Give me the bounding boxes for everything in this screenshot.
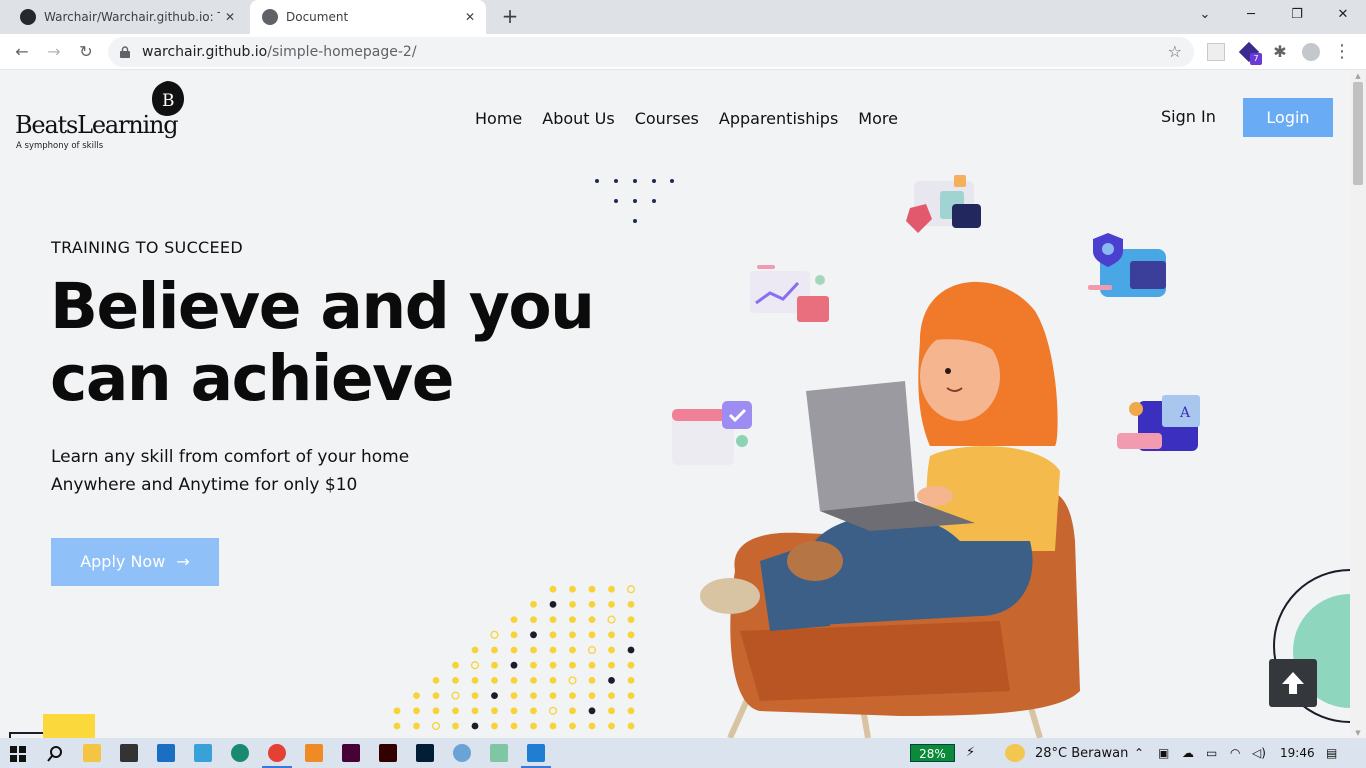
volume-icon[interactable]: ◁)	[1252, 746, 1266, 760]
kebab-menu-icon[interactable]: ⋮	[1330, 40, 1354, 64]
address-bar[interactable]: warchair.github.io/simple-homepage-2/ ☆	[108, 37, 1194, 67]
hero-subtitle-line-1: Learn any skill from comfort of your hom…	[51, 447, 410, 467]
apply-now-button[interactable]: Apply Now →	[51, 538, 219, 586]
browser-toolbar: ← → ↻ warchair.github.io/simple-homepage…	[0, 34, 1366, 70]
scroll-to-top-button[interactable]	[1269, 659, 1317, 707]
file-explorer-icon[interactable]	[83, 744, 101, 762]
chevron-up-icon[interactable]: ⌃	[1134, 746, 1144, 760]
page-scrollbar[interactable]: ▲ ▼	[1350, 71, 1366, 738]
tab-search-icon[interactable]: ⌄	[1182, 0, 1228, 30]
lync-icon[interactable]	[194, 744, 212, 762]
chrome-icon[interactable]	[268, 744, 286, 762]
clock-text[interactable]: 19:46	[1280, 746, 1315, 760]
url-path: /simple-homepage-2/	[267, 44, 417, 60]
github-icon	[20, 9, 36, 25]
extension-count-badge: 7	[1250, 53, 1262, 65]
nav-courses[interactable]: Courses	[635, 109, 699, 128]
power-plug-icon: ⚡	[966, 745, 976, 760]
url-host: warchair.github.io	[142, 44, 268, 60]
nav-home[interactable]: Home	[475, 109, 522, 128]
forward-arrow-icon[interactable]: →	[42, 40, 66, 64]
minimize-button[interactable]: ─	[1228, 0, 1274, 30]
windows-start-icon[interactable]	[10, 746, 26, 762]
lock-icon	[120, 46, 130, 58]
hero-subtitle-line-2: Anywhere and Anytime for only $10	[51, 475, 358, 495]
illustrator-icon[interactable]	[379, 744, 397, 762]
edge-icon[interactable]	[231, 744, 249, 762]
close-tab-icon[interactable]: ✕	[220, 10, 240, 24]
apply-now-label: Apply Now	[80, 552, 166, 571]
floating-chart-card	[750, 265, 829, 322]
hero-headline: Believe and you can achieve	[50, 271, 690, 415]
decorative-yellow-square	[43, 714, 95, 738]
new-tab-button[interactable]: +	[498, 5, 522, 29]
photoshop-icon[interactable]	[416, 744, 434, 762]
restore-button[interactable]: ❐	[1274, 0, 1320, 30]
login-button[interactable]: Login	[1243, 98, 1333, 137]
adobe-xd-icon[interactable]	[342, 744, 360, 762]
meet-now-icon[interactable]: ▣	[1158, 746, 1169, 760]
vscode-icon[interactable]	[527, 744, 545, 762]
sourcetree-icon[interactable]	[490, 744, 508, 762]
store-icon[interactable]	[120, 744, 138, 762]
tab-title: Document	[286, 10, 349, 24]
browser-tabstrip: Warchair/Warchair.github.io: This ✕ Docu…	[0, 0, 1366, 34]
svg-text:A: A	[1179, 405, 1191, 421]
scrollbar-thumb[interactable]	[1353, 82, 1363, 185]
arrow-right-icon: →	[176, 552, 190, 571]
extension-icon[interactable]	[1207, 43, 1225, 61]
arrow-up-icon	[1282, 672, 1304, 694]
battery-indicator[interactable]: 28%	[910, 744, 955, 762]
battery-tray-icon[interactable]: ▭	[1206, 746, 1217, 760]
scroll-up-arrow-icon[interactable]: ▲	[1350, 71, 1366, 81]
close-window-button[interactable]: ✕	[1320, 0, 1366, 30]
hero-eyebrow: TRAINING TO SUCCEED	[51, 238, 243, 257]
web-page: A B BeatsLearning A symphony of skills H…	[0, 71, 1350, 738]
svg-text:B: B	[162, 91, 175, 111]
weather-icon[interactable]	[1005, 744, 1025, 762]
wifi-icon[interactable]: ◠	[1230, 746, 1240, 760]
floating-card-top	[906, 175, 981, 233]
nav-apprenticeships[interactable]: Apparentiships	[719, 109, 838, 128]
hero-headline-line-1: Believe and you	[50, 270, 595, 343]
cloud-app-icon[interactable]	[453, 744, 471, 762]
puzzle-extensions-icon[interactable]: ✱	[1268, 40, 1292, 64]
globe-icon	[262, 9, 278, 25]
onedrive-icon[interactable]: ☁	[1182, 746, 1194, 760]
tab-document[interactable]: Document ✕	[250, 0, 486, 34]
site-logo[interactable]: B BeatsLearning A symphony of skills	[15, 81, 190, 151]
person-on-chair-illustration	[700, 281, 1080, 738]
back-arrow-icon[interactable]: ←	[10, 40, 34, 64]
windows-taskbar: 28% ⚡ 28°C Berawan ⌃ ▣ ☁ ▭ ◠ ◁) 19:46 ▤	[0, 738, 1366, 768]
reload-icon[interactable]: ↻	[74, 40, 98, 64]
brand-tagline: A symphony of skills	[16, 141, 104, 151]
mail-icon[interactable]	[157, 744, 175, 762]
decorative-dots-yellow	[393, 585, 636, 731]
floating-shield-chart	[1088, 233, 1166, 297]
hero-subtitle: Learn any skill from comfort of your hom…	[51, 443, 409, 499]
tab-github[interactable]: Warchair/Warchair.github.io: This ✕	[8, 0, 246, 34]
xampp-icon[interactable]	[305, 744, 323, 762]
notifications-icon[interactable]: ▤	[1326, 746, 1337, 760]
floating-text-card: A	[1117, 395, 1200, 451]
hero-headline-line-2: can achieve	[50, 342, 454, 415]
brand-name: BeatsLearning	[15, 111, 179, 139]
scroll-down-arrow-icon[interactable]: ▼	[1350, 728, 1366, 738]
nav-about-us[interactable]: About Us	[542, 109, 614, 128]
weather-text[interactable]: 28°C Berawan	[1035, 746, 1128, 761]
url-text: warchair.github.io/simple-homepage-2/	[142, 44, 417, 60]
profile-avatar-icon[interactable]	[1302, 43, 1320, 61]
main-nav: Home About Us Courses Apparentiships Mor…	[475, 109, 898, 128]
bookmark-star-icon[interactable]: ☆	[1168, 42, 1182, 61]
tab-title: Warchair/Warchair.github.io: This	[44, 10, 220, 24]
search-icon[interactable]	[46, 745, 64, 763]
close-tab-icon[interactable]: ✕	[460, 10, 480, 24]
sign-in-link[interactable]: Sign In	[1161, 107, 1216, 126]
nav-more[interactable]: More	[858, 109, 898, 128]
decorative-dots-navy	[595, 179, 674, 223]
